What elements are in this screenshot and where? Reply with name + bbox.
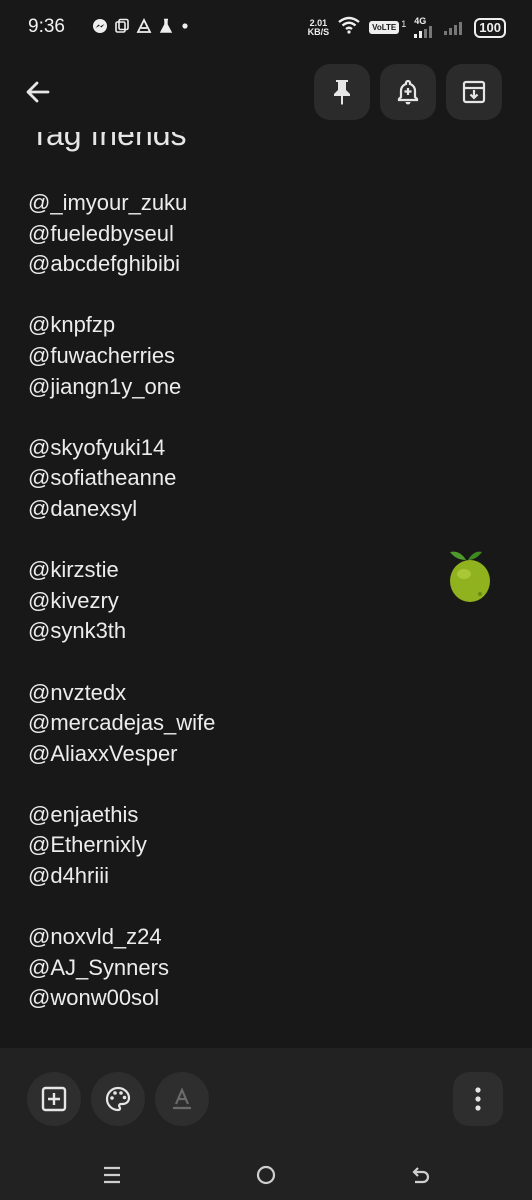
tag-handle[interactable]: @synk3th — [28, 616, 215, 647]
wifi-icon — [337, 16, 361, 39]
more-vert-icon — [475, 1087, 481, 1111]
pin-icon — [334, 80, 350, 105]
tag-handle[interactable]: @wonw00sol — [28, 983, 215, 1014]
home-button[interactable] — [251, 1162, 281, 1188]
messenger-icon — [92, 18, 108, 34]
tag-handle[interactable]: @enjaethis — [28, 800, 215, 831]
notification-dot-icon — [180, 18, 196, 34]
color-palette-button[interactable] — [91, 1072, 145, 1126]
note-content[interactable]: Tag friends @_imyour_zuku @fueledbyseul @a… — [0, 132, 532, 1048]
tag-handle[interactable]: @AliaxxVesper — [28, 739, 215, 770]
signal-strength-2-icon — [444, 21, 463, 35]
tag-handle[interactable]: @knpfzp — [28, 310, 215, 341]
volte-badge: VoLTE — [369, 21, 400, 34]
bottom-action-bar — [0, 1048, 532, 1150]
status-time: 9:36 — [28, 16, 65, 37]
tag-handle[interactable]: @kirzstie — [28, 555, 215, 586]
tag-handle[interactable]: @Ethernixly — [28, 830, 215, 861]
tag-handle[interactable]: @noxvld_z24 — [28, 922, 215, 953]
tag-handle[interactable]: @mercadejas_wife — [28, 708, 215, 739]
tag-handle[interactable]: @nvztedx — [28, 678, 215, 709]
flask-icon — [158, 18, 174, 34]
lime-sticker — [440, 546, 496, 606]
add-content-button[interactable] — [27, 1072, 81, 1126]
add-box-icon — [41, 1086, 67, 1112]
tag-handle[interactable]: @AJ_Synners — [28, 953, 215, 984]
recent-apps-button[interactable] — [97, 1162, 127, 1188]
tag-handle[interactable]: @d4hriii — [28, 861, 215, 892]
lime-icon — [450, 551, 490, 602]
back-nav-button[interactable] — [405, 1162, 435, 1188]
bell-plus-icon — [397, 79, 419, 105]
tag-handle[interactable]: @sofiatheanne — [28, 463, 215, 494]
reminder-button[interactable] — [380, 64, 436, 120]
archive-button[interactable] — [446, 64, 502, 120]
tag-handle[interactable]: @danexsyl — [28, 494, 215, 525]
palette-icon — [105, 1086, 131, 1112]
pin-button[interactable] — [314, 64, 370, 120]
note-body[interactable]: @_imyour_zuku @fueledbyseul @abcdefghibibi… — [28, 188, 215, 1014]
tag-handle[interactable]: @kivezry — [28, 586, 215, 617]
home-circle-icon — [256, 1165, 276, 1185]
tag-handle[interactable]: @fuwacherries — [28, 341, 215, 372]
signal-strength-icon — [414, 26, 433, 38]
tag-handle[interactable]: @skyofyuki14 — [28, 433, 215, 464]
archive-icon — [462, 80, 486, 104]
tag-handle[interactable]: @_imyour_zuku — [28, 188, 215, 219]
tag-handle[interactable]: @fueledbyseul — [28, 219, 215, 250]
copy-icon — [114, 18, 130, 34]
more-options-button[interactable] — [453, 1072, 503, 1126]
tag-handle[interactable]: @jiangn1y_one — [28, 372, 215, 403]
net-speed: 2.01 KB/S — [307, 17, 330, 37]
system-nav-bar — [0, 1150, 532, 1200]
sim-number: 1 — [401, 18, 407, 29]
status-bar: 9:36 2.01 KB/S VoLTE 1 4G 100 — [0, 0, 532, 56]
text-format-icon — [173, 1087, 191, 1110]
text-format-button[interactable] — [155, 1072, 209, 1126]
back-nav-icon — [412, 1167, 430, 1184]
battery-indicator: 100 — [474, 17, 506, 38]
arrow-left-icon — [26, 81, 50, 103]
network-type: 4G — [414, 16, 427, 26]
note-toolbar — [0, 56, 532, 132]
app-logo-icon — [136, 17, 152, 34]
tag-handle[interactable]: @abcdefghibibi — [28, 249, 215, 280]
note-title[interactable]: Tag friends — [30, 132, 187, 153]
recents-icon — [104, 1166, 120, 1184]
back-button[interactable] — [20, 74, 56, 110]
